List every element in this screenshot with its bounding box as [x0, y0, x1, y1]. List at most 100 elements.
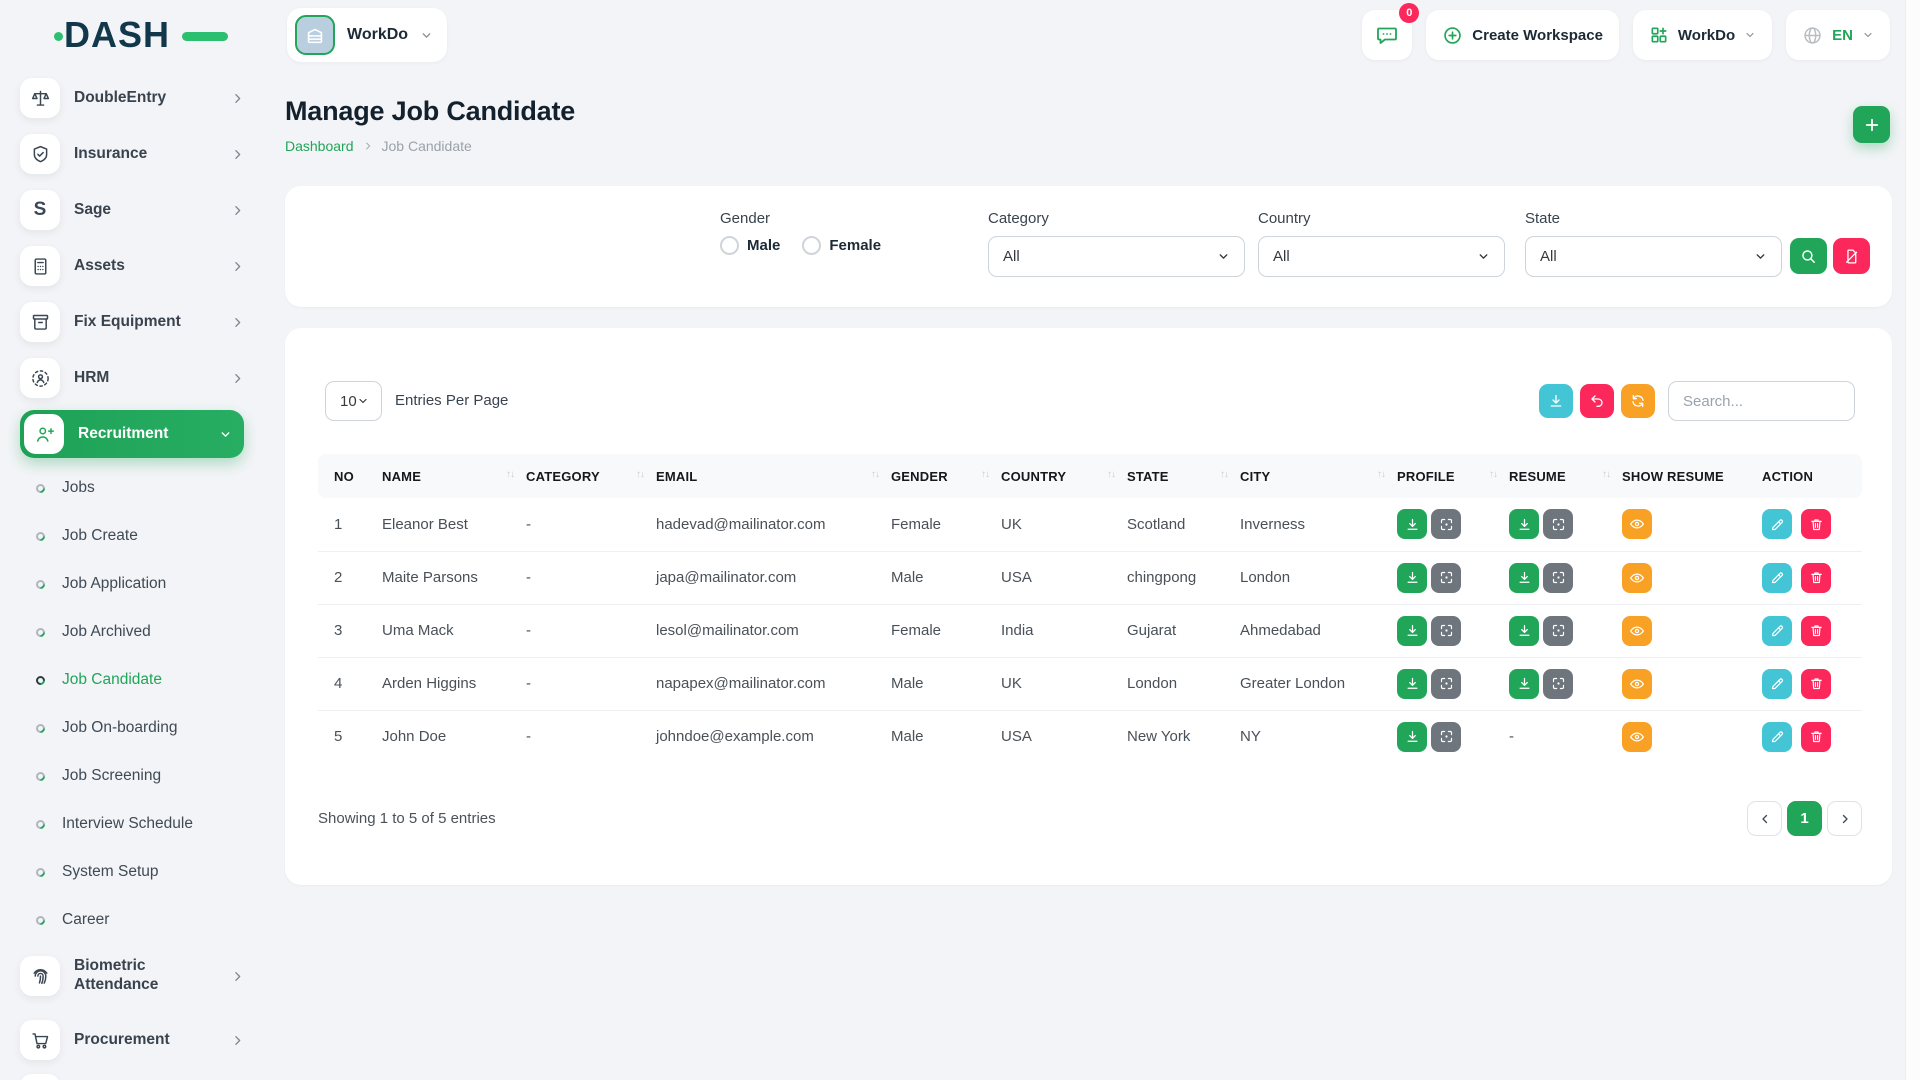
sort-icon: ↑↓: [1377, 469, 1385, 480]
profile-expand-button[interactable]: [1431, 722, 1461, 752]
column-header-profile[interactable]: PROFILE↑↓: [1389, 454, 1501, 498]
delete-button[interactable]: [1801, 563, 1831, 593]
profile-download-button[interactable]: [1397, 722, 1427, 752]
resume-download-button[interactable]: [1509, 669, 1539, 699]
show-resume-button[interactable]: [1622, 722, 1652, 752]
resume-expand-button[interactable]: [1543, 616, 1573, 646]
sidebar-item-label: Fix Equipment: [74, 313, 217, 332]
search-input[interactable]: [1668, 381, 1855, 421]
workspace-switcher[interactable]: WorkDo: [287, 8, 447, 62]
column-header-resume[interactable]: RESUME↑↓: [1501, 454, 1614, 498]
cell-category: -: [518, 657, 648, 710]
column-header-email[interactable]: EMAIL↑↓: [648, 454, 883, 498]
sidebar-subitem-job-on-boarding[interactable]: Job On-boarding: [36, 704, 244, 752]
sidebar-item-procurement[interactable]: Procurement: [20, 1016, 244, 1064]
show-resume-button[interactable]: [1622, 616, 1652, 646]
sidebar-item-recruitment[interactable]: Recruitment: [20, 410, 244, 458]
profile-expand-button[interactable]: [1431, 563, 1461, 593]
entries-per-page-select[interactable]: 10: [325, 381, 382, 421]
resume-expand-button[interactable]: [1543, 509, 1573, 539]
sidebar-subitem-job-candidate[interactable]: Job Candidate: [36, 656, 244, 704]
cell-no: 5: [318, 710, 374, 763]
undo-button[interactable]: [1580, 384, 1614, 418]
column-header-no: NO: [318, 454, 374, 498]
sidebar-subitem-interview-schedule[interactable]: Interview Schedule: [36, 800, 244, 848]
plus-circle-icon: [1442, 25, 1463, 46]
export-button[interactable]: [1539, 384, 1573, 418]
edit-button[interactable]: [1762, 669, 1792, 699]
delete-button[interactable]: [1801, 722, 1831, 752]
category-select[interactable]: All: [988, 236, 1245, 277]
workdo-menu-button[interactable]: WorkDo: [1633, 10, 1772, 60]
column-header-name[interactable]: NAME↑↓: [374, 454, 518, 498]
messages-button[interactable]: 0: [1362, 10, 1412, 60]
sidebar-item-hrm[interactable]: HRM: [20, 354, 244, 402]
resume-download-button[interactable]: [1509, 616, 1539, 646]
sidebar-subitem-job-archived[interactable]: Job Archived: [36, 608, 244, 656]
column-header-category[interactable]: CATEGORY↑↓: [518, 454, 648, 498]
page-scrollbar[interactable]: [1905, 0, 1920, 1080]
edit-button[interactable]: [1762, 563, 1792, 593]
sidebar-subitem-jobs[interactable]: Jobs: [36, 464, 244, 512]
create-workspace-button[interactable]: Create Workspace: [1426, 10, 1619, 60]
delete-button[interactable]: [1801, 669, 1831, 699]
sidebar-subitem-job-application[interactable]: Job Application: [36, 560, 244, 608]
reset-filter-button[interactable]: [1833, 238, 1870, 274]
show-resume-button[interactable]: [1622, 509, 1652, 539]
profile-download-button[interactable]: [1397, 616, 1427, 646]
pagination-next-button[interactable]: [1827, 801, 1862, 836]
sidebar-item-assets[interactable]: Assets: [20, 242, 244, 290]
column-header-state[interactable]: STATE↑↓: [1119, 454, 1232, 498]
profile-expand-button[interactable]: [1431, 509, 1461, 539]
breadcrumb-dashboard-link[interactable]: Dashboard: [285, 138, 354, 154]
pagination-page-1-button[interactable]: 1: [1787, 801, 1822, 836]
resume-download-button[interactable]: [1509, 509, 1539, 539]
sidebar-item-biometric-attendance[interactable]: Biometric Attendance: [20, 944, 244, 1008]
resume-download-button[interactable]: [1509, 563, 1539, 593]
add-candidate-button[interactable]: [1853, 106, 1890, 143]
state-select[interactable]: All: [1525, 236, 1782, 277]
pagination-prev-button[interactable]: [1747, 801, 1782, 836]
profile-download-button[interactable]: [1397, 563, 1427, 593]
resume-expand-button[interactable]: [1543, 669, 1573, 699]
sidebar-item-doubleentry[interactable]: DoubleEntry: [20, 74, 244, 122]
sidebar-subitem-job-create[interactable]: Job Create: [36, 512, 244, 560]
logo-bar-accent: [182, 32, 228, 41]
refresh-button[interactable]: [1621, 384, 1655, 418]
profile-expand-button[interactable]: [1431, 669, 1461, 699]
app-logo[interactable]: DASH: [64, 14, 234, 56]
edit-button[interactable]: [1762, 509, 1792, 539]
sidebar-subitem-system-setup[interactable]: System Setup: [36, 848, 244, 896]
profile-download-button[interactable]: [1397, 669, 1427, 699]
cart-icon: [20, 1020, 60, 1060]
apply-filter-button[interactable]: [1790, 238, 1827, 274]
language-selector[interactable]: EN: [1786, 10, 1890, 60]
gender-female-label: Female: [829, 237, 881, 254]
sidebar-subitem-career[interactable]: Career: [36, 896, 244, 944]
show-resume-button[interactable]: [1622, 669, 1652, 699]
column-header-city[interactable]: CITY↑↓: [1232, 454, 1389, 498]
column-header-country[interactable]: COUNTRY↑↓: [993, 454, 1119, 498]
cell-profile: [1389, 710, 1501, 763]
sidebar-item-sage[interactable]: SSage: [20, 186, 244, 234]
sage-icon: S: [20, 190, 60, 230]
delete-button[interactable]: [1801, 616, 1831, 646]
edit-button[interactable]: [1762, 722, 1792, 752]
column-header-gender[interactable]: GENDER↑↓: [883, 454, 993, 498]
sort-icon: ↑↓: [981, 469, 989, 480]
country-select[interactable]: All: [1258, 236, 1505, 277]
sidebar-item-fix-equipment[interactable]: Fix Equipment: [20, 298, 244, 346]
profile-expand-button[interactable]: [1431, 616, 1461, 646]
edit-button[interactable]: [1762, 616, 1792, 646]
sidebar-item-clipped[interactable]: [20, 1074, 60, 1080]
trash-icon: [1809, 623, 1824, 638]
sidebar-subitem-job-screening[interactable]: Job Screening: [36, 752, 244, 800]
delete-button[interactable]: [1801, 509, 1831, 539]
download-icon: [1517, 570, 1532, 585]
profile-download-button[interactable]: [1397, 509, 1427, 539]
sidebar-item-insurance[interactable]: Insurance: [20, 130, 244, 178]
gender-male-radio[interactable]: Male: [720, 236, 780, 255]
resume-expand-button[interactable]: [1543, 563, 1573, 593]
gender-female-radio[interactable]: Female: [802, 236, 881, 255]
show-resume-button[interactable]: [1622, 563, 1652, 593]
